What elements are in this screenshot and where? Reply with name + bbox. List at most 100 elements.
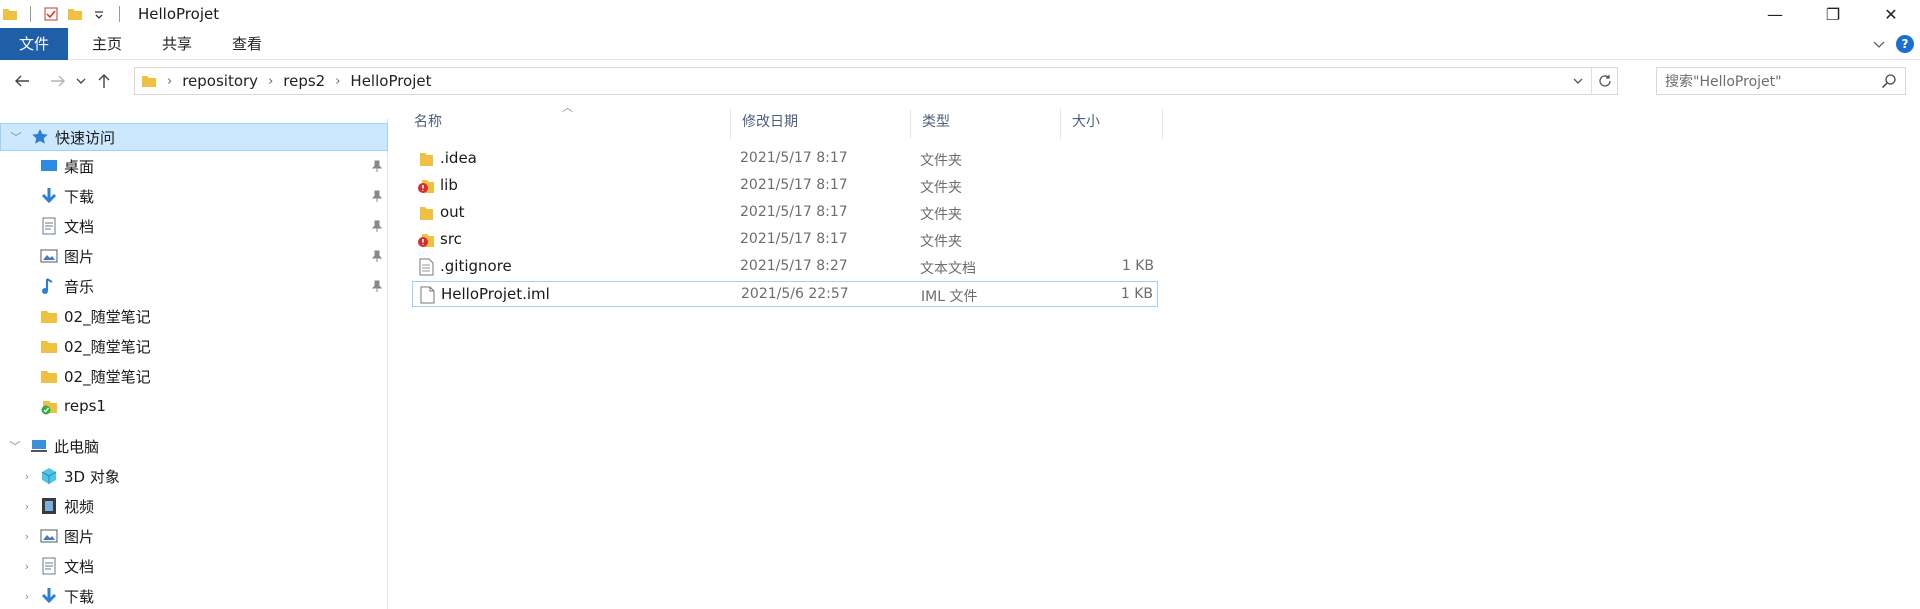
file-date: 2021/5/6 22:57 bbox=[741, 286, 849, 302]
customize-toolbar-icon[interactable] bbox=[91, 6, 107, 22]
close-button[interactable]: ✕ bbox=[1862, 0, 1920, 28]
chevron-down-icon[interactable]: ﹀ bbox=[9, 129, 23, 145]
chevron-right-icon[interactable]: › bbox=[20, 560, 34, 573]
chevron-right-icon[interactable]: › bbox=[20, 530, 34, 543]
address-bar[interactable]: › repository › reps2 › HelloProjet bbox=[134, 67, 1618, 95]
nav-item-label: reps1 bbox=[64, 397, 106, 415]
documents-icon bbox=[42, 557, 56, 575]
forward-button[interactable] bbox=[44, 67, 72, 95]
arrow-left-icon bbox=[15, 75, 29, 87]
up-button[interactable] bbox=[90, 67, 118, 95]
nav-item-videos[interactable]: › 视频 bbox=[0, 492, 388, 520]
file-type: 文件夹 bbox=[920, 153, 962, 169]
navigation-pane: ﹀ 快速访问 桌面 下载 文档 图片 音乐 02_随堂笔记 02_随堂笔记 02… bbox=[0, 118, 388, 609]
file-row[interactable]: lib 2021/5/17 8:17 文件夹 bbox=[412, 173, 1158, 199]
nav-item-pictures[interactable]: 图片 bbox=[0, 242, 388, 270]
minimize-button[interactable]: — bbox=[1746, 0, 1804, 28]
help-button[interactable]: ? bbox=[1896, 35, 1914, 53]
videos-icon bbox=[42, 498, 56, 514]
pin-icon[interactable] bbox=[372, 160, 382, 172]
nav-this-pc-label: 此电脑 bbox=[54, 437, 100, 456]
tab-home[interactable]: 主页 bbox=[72, 28, 142, 60]
tab-view[interactable]: 查看 bbox=[212, 28, 282, 60]
chevron-right-icon[interactable]: › bbox=[20, 470, 34, 483]
nav-quick-access[interactable]: ﹀ 快速访问 bbox=[0, 123, 388, 151]
chevron-down-icon bbox=[76, 78, 86, 84]
nav-item-downloads[interactable]: › 下载 bbox=[0, 582, 388, 609]
address-history-button[interactable] bbox=[1567, 68, 1589, 94]
download-icon bbox=[41, 188, 57, 204]
ribbon-tabs: 文件 主页 共享 查看 ? bbox=[0, 27, 1920, 60]
chevron-right-icon[interactable]: › bbox=[20, 500, 34, 513]
restore-button[interactable]: ❐ bbox=[1804, 0, 1862, 28]
nav-item-folder[interactable]: 02_随堂笔记 bbox=[0, 362, 388, 390]
star-icon bbox=[32, 129, 48, 144]
pictures-icon bbox=[40, 249, 58, 263]
column-header-name[interactable]: 名称 bbox=[404, 107, 730, 135]
nav-item-folder[interactable]: 02_随堂笔记 bbox=[0, 332, 388, 360]
nav-item-label: 3D 对象 bbox=[64, 467, 120, 486]
file-type: IML 文件 bbox=[921, 289, 978, 305]
pin-icon[interactable] bbox=[372, 280, 382, 292]
nav-item-folder[interactable]: 02_随堂笔记 bbox=[0, 302, 388, 330]
folder-icon[interactable] bbox=[2, 6, 18, 22]
text-file-icon bbox=[419, 258, 434, 276]
nav-item-label: 02_随堂笔记 bbox=[64, 307, 151, 326]
refresh-button[interactable] bbox=[1591, 68, 1617, 94]
file-row[interactable]: src 2021/5/17 8:17 文件夹 bbox=[412, 227, 1158, 253]
nav-item-reps1[interactable]: reps1 bbox=[0, 392, 388, 420]
column-header-date[interactable]: 修改日期 bbox=[732, 107, 908, 135]
nav-item-downloads[interactable]: 下载 bbox=[0, 182, 388, 210]
breadcrumb-repository[interactable]: repository bbox=[182, 72, 258, 90]
nav-item-3d-objects[interactable]: › 3D 对象 bbox=[0, 462, 388, 490]
folder-icon bbox=[41, 341, 57, 353]
folder-icon bbox=[420, 153, 433, 166]
file-date: 2021/5/17 8:27 bbox=[740, 258, 848, 274]
pin-icon[interactable] bbox=[372, 190, 382, 202]
expand-ribbon-icon[interactable] bbox=[1872, 37, 1886, 51]
back-button[interactable] bbox=[8, 67, 36, 95]
file-name: out bbox=[440, 203, 465, 221]
breadcrumb-separator[interactable]: › bbox=[335, 74, 340, 89]
nav-item-documents[interactable]: 文档 bbox=[0, 212, 388, 240]
file-date: 2021/5/17 8:17 bbox=[740, 231, 848, 247]
chevron-down-icon bbox=[1573, 78, 1583, 84]
breadcrumb-separator[interactable]: › bbox=[167, 74, 172, 89]
column-divider[interactable] bbox=[1162, 109, 1163, 139]
nav-item-label: 02_随堂笔记 bbox=[64, 367, 151, 386]
file-row[interactable]: .idea 2021/5/17 8:17 文件夹 bbox=[412, 146, 1158, 172]
column-divider[interactable] bbox=[910, 109, 911, 139]
breadcrumb-reps2[interactable]: reps2 bbox=[283, 72, 325, 90]
file-name: lib bbox=[440, 176, 458, 194]
properties-icon[interactable] bbox=[43, 6, 59, 22]
nav-item-desktop[interactable]: 桌面 bbox=[0, 152, 388, 180]
breadcrumb-separator[interactable]: › bbox=[268, 74, 273, 89]
column-divider[interactable] bbox=[730, 109, 731, 139]
file-row[interactable]: .gitignore 2021/5/17 8:27 文本文档 1 KB bbox=[412, 254, 1158, 280]
chevron-down-icon[interactable]: ﹀ bbox=[8, 438, 22, 454]
tab-file[interactable]: 文件 bbox=[0, 27, 68, 60]
desktop-icon bbox=[41, 160, 57, 171]
folder-icon bbox=[142, 76, 156, 87]
nav-this-pc[interactable]: ﹀ 此电脑 bbox=[0, 432, 388, 460]
new-folder-icon[interactable] bbox=[67, 6, 83, 22]
chevron-right-icon[interactable]: › bbox=[20, 590, 34, 603]
breadcrumb-helloprojet[interactable]: HelloProjet bbox=[350, 72, 431, 90]
tab-share[interactable]: 共享 bbox=[142, 28, 212, 60]
arrow-right-icon bbox=[51, 75, 65, 87]
pin-icon[interactable] bbox=[372, 250, 382, 262]
nav-item-label: 下载 bbox=[64, 187, 95, 206]
pin-icon[interactable] bbox=[372, 220, 382, 232]
column-header-type[interactable]: 类型 bbox=[912, 107, 1056, 135]
nav-item-music[interactable]: 音乐 bbox=[0, 272, 388, 300]
recent-locations-button[interactable] bbox=[72, 67, 90, 95]
column-divider[interactable] bbox=[1060, 109, 1061, 139]
3d-objects-icon bbox=[41, 468, 57, 484]
column-header-size[interactable]: 大小 bbox=[1062, 107, 1160, 135]
nav-item-pictures[interactable]: › 图片 bbox=[0, 522, 388, 550]
search-input[interactable]: 搜索"HelloProjet" bbox=[1656, 67, 1906, 95]
file-row[interactable]: out 2021/5/17 8:17 文件夹 bbox=[412, 200, 1158, 226]
file-row[interactable]: HelloProjet.iml 2021/5/6 22:57 IML 文件 1 … bbox=[412, 281, 1158, 307]
nav-item-documents[interactable]: › 文档 bbox=[0, 552, 388, 580]
title-bar: HelloProjet — ❐ ✕ bbox=[0, 0, 1920, 28]
